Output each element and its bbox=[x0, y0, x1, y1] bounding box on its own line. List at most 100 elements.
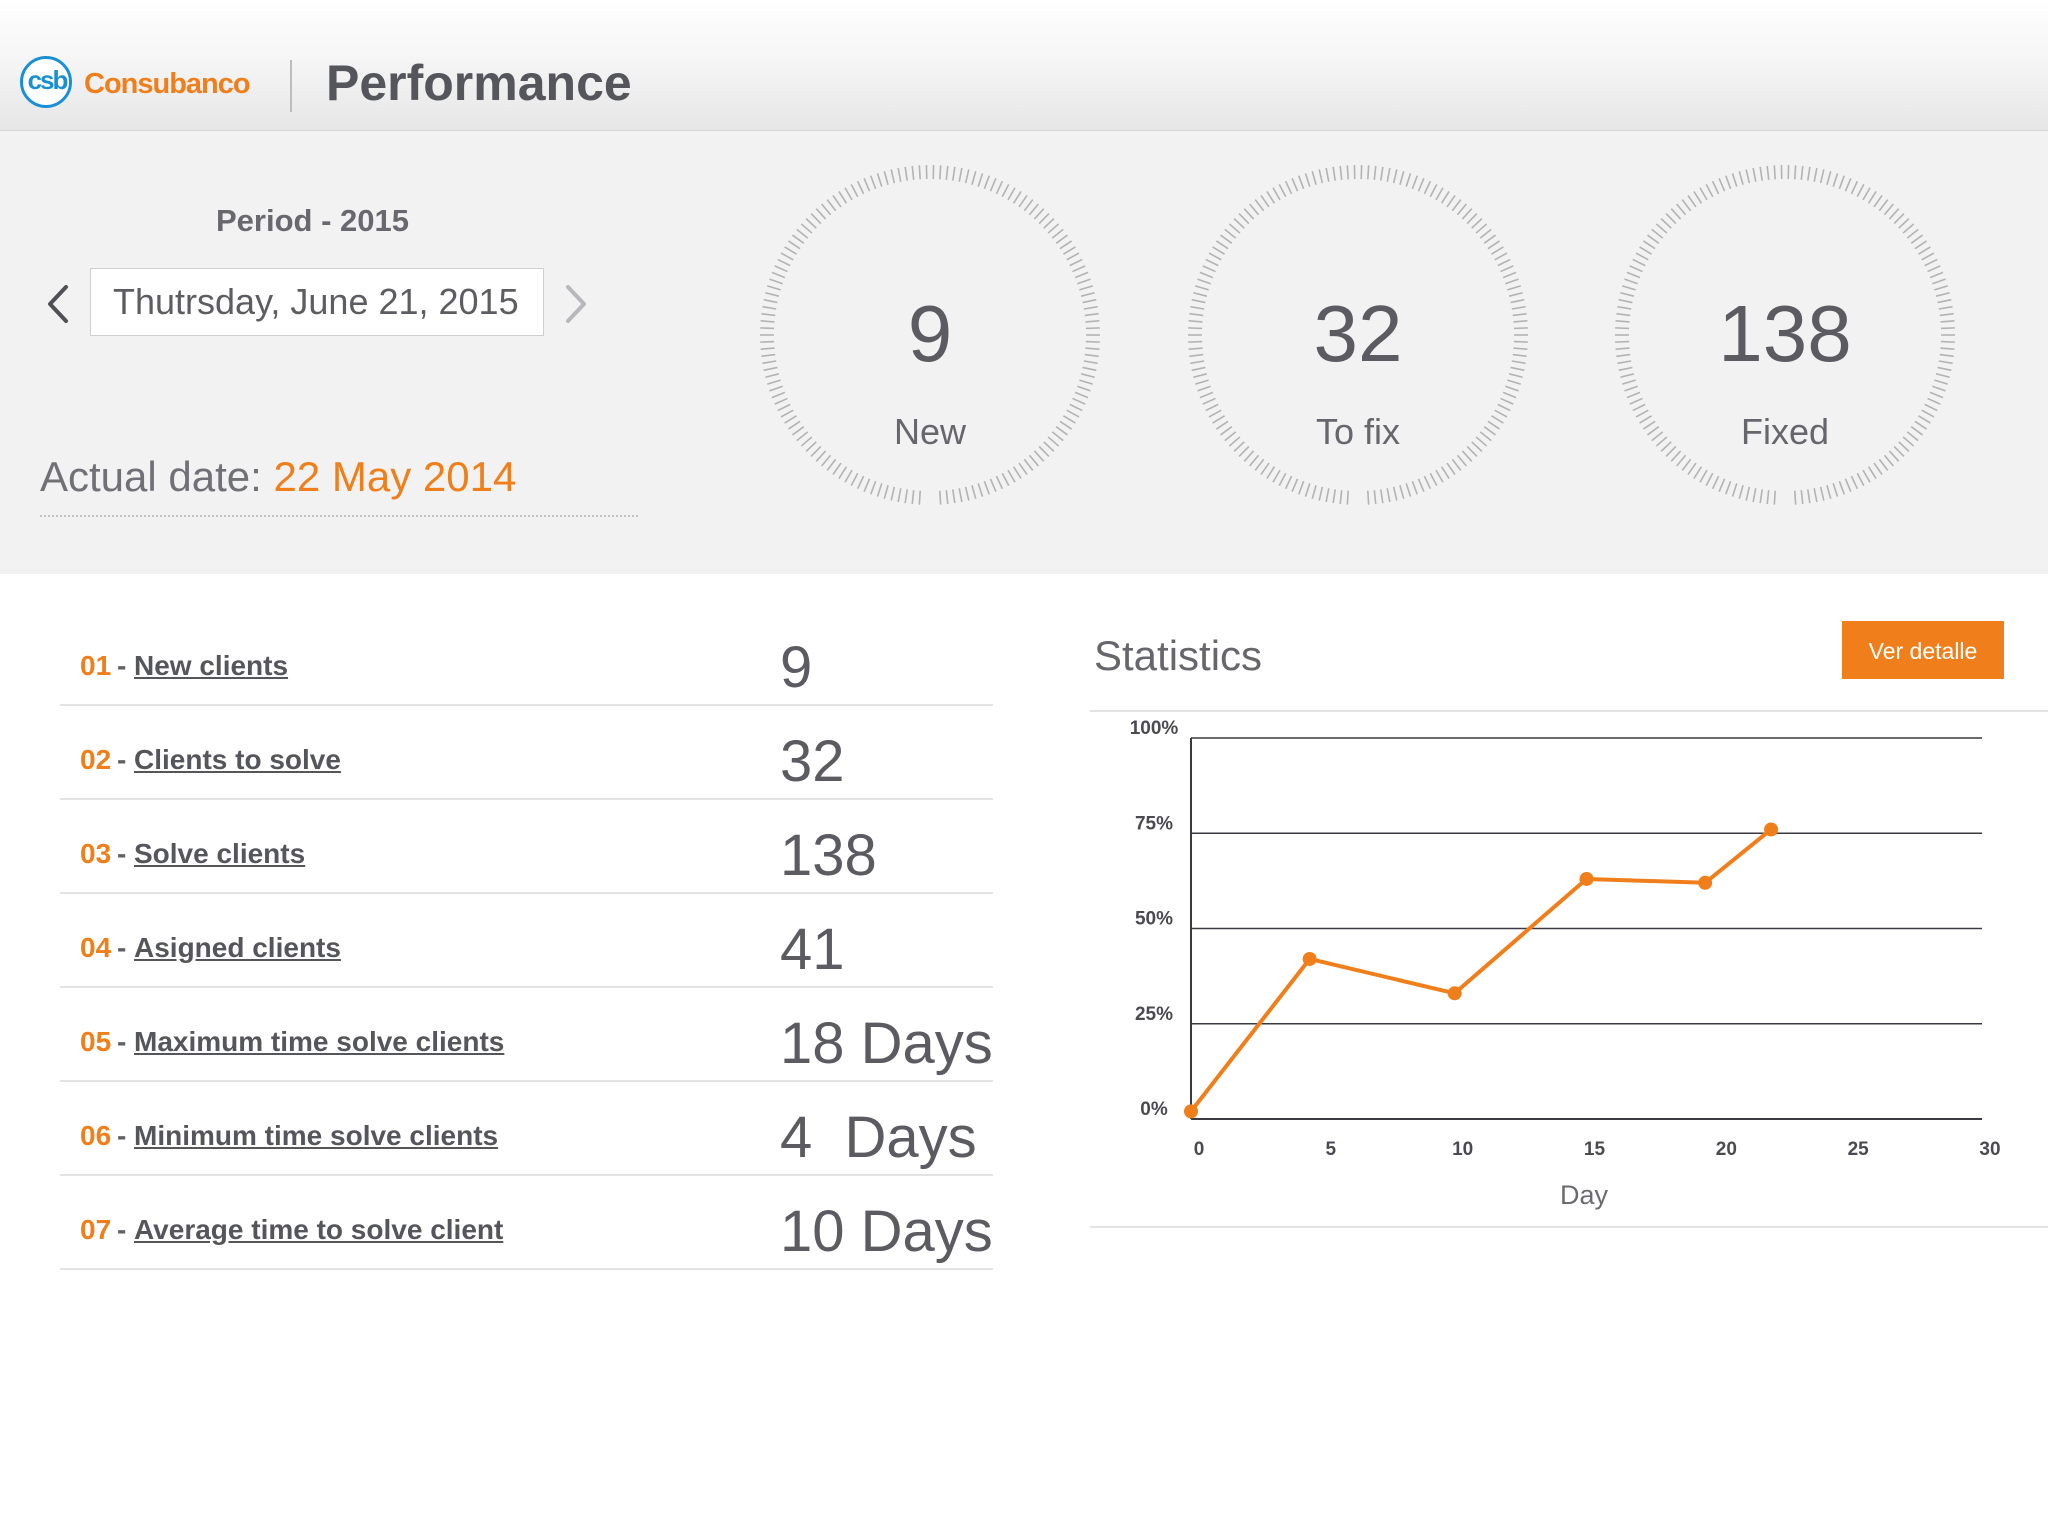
gauge-tick bbox=[904, 166, 909, 181]
ver-detalle-button[interactable]: Ver detalle bbox=[1842, 621, 2004, 679]
gauge-tick bbox=[1318, 169, 1324, 184]
gauge-tick bbox=[1055, 234, 1069, 244]
metric-link[interactable]: Solve clients bbox=[134, 838, 305, 870]
gauge-tick bbox=[1007, 469, 1016, 483]
gauge-tick bbox=[850, 183, 859, 198]
gauge-tick bbox=[1676, 203, 1687, 216]
gauge-tick bbox=[1284, 180, 1293, 195]
gauge-tick bbox=[1392, 169, 1398, 184]
metric-row: 03 - Solve clients 138 bbox=[60, 800, 993, 894]
gauge-tick bbox=[1417, 177, 1425, 192]
gauge-tick bbox=[1346, 165, 1350, 180]
gauge-tick bbox=[769, 278, 783, 285]
gauge-tick bbox=[1705, 183, 1714, 198]
metric-separator: - bbox=[117, 650, 127, 681]
logo-mark: csb bbox=[27, 65, 69, 95]
gauge-tick bbox=[1373, 490, 1377, 505]
metric-link[interactable]: Asigned clients bbox=[134, 932, 341, 964]
gauge-tick bbox=[1429, 472, 1438, 487]
metric-separator: - bbox=[117, 1120, 127, 1151]
chevron-right-icon[interactable] bbox=[560, 279, 590, 329]
gauge-tick bbox=[1219, 234, 1233, 244]
page-title: Performance bbox=[326, 55, 632, 111]
actual-date-value: 22 May 2014 bbox=[273, 453, 517, 500]
gauge-tick bbox=[1278, 472, 1287, 487]
gauge-tick bbox=[1423, 475, 1432, 490]
gauge-tick bbox=[918, 490, 922, 505]
gauge-tick bbox=[832, 462, 842, 476]
gauge-tick bbox=[983, 480, 991, 495]
gauge-tick bbox=[1724, 480, 1732, 495]
gauge-tick bbox=[1366, 165, 1370, 180]
gauge-tick bbox=[1339, 165, 1343, 180]
metric-value: 9 bbox=[780, 635, 813, 700]
gauge-tick bbox=[1813, 488, 1818, 503]
metric-link[interactable]: New clients bbox=[134, 650, 288, 682]
gauge-tick bbox=[1752, 488, 1757, 503]
gauge-tick bbox=[1927, 265, 1941, 273]
gauge-tick bbox=[938, 165, 942, 180]
metric-link[interactable]: Maximum time solve clients bbox=[134, 1026, 504, 1058]
gauge-tick bbox=[1202, 265, 1216, 273]
gauge-tick bbox=[1738, 171, 1744, 185]
gauge-tick bbox=[971, 485, 977, 499]
gauge-tick bbox=[1918, 246, 1931, 255]
chart-y-tick-label: 100% bbox=[1130, 718, 1179, 739]
gauge-tick bbox=[1051, 228, 1064, 239]
gauge-tick bbox=[844, 187, 853, 201]
actual-date-underline bbox=[40, 515, 638, 517]
metric-separator: - bbox=[117, 838, 127, 869]
gauge-tick bbox=[1873, 194, 1883, 208]
chart-x-tick-label: 5 bbox=[1326, 1139, 1337, 1160]
metric-row: 04 - Asigned clients 41 bbox=[60, 894, 993, 988]
chart-data-point bbox=[1447, 986, 1462, 1001]
gauge-tick bbox=[1405, 173, 1412, 187]
gauge-tick bbox=[1883, 203, 1894, 216]
gauge-tick bbox=[1471, 218, 1483, 229]
gauge-tick bbox=[1379, 489, 1384, 504]
date-field[interactable]: Thutrsday, June 21, 2015 bbox=[90, 268, 544, 336]
gauge-tick bbox=[1711, 180, 1720, 195]
gauge-tick bbox=[1655, 223, 1668, 234]
gauge-tick bbox=[1018, 462, 1028, 476]
gauge-tick bbox=[1924, 258, 1938, 267]
metric-link[interactable]: Clients to solve bbox=[134, 744, 341, 776]
gauge-tick bbox=[1446, 462, 1456, 476]
gauge-tick bbox=[1651, 228, 1664, 239]
gauge-tick bbox=[1883, 454, 1894, 467]
gauge-tick bbox=[1023, 458, 1034, 471]
gauge-tick bbox=[1639, 246, 1652, 255]
chevron-left-icon[interactable] bbox=[44, 279, 74, 329]
gauge-tick bbox=[869, 480, 877, 495]
metric-link[interactable]: Minimum time solve clients bbox=[134, 1120, 498, 1152]
metric-number: 02 bbox=[80, 744, 112, 775]
gauge-tick bbox=[1910, 234, 1924, 244]
gauge-tick bbox=[1800, 490, 1804, 505]
metric-link[interactable]: Average time to solve client bbox=[134, 1214, 503, 1246]
chart-data-point bbox=[1698, 875, 1713, 890]
chart-y-tick-label: 0% bbox=[1140, 1099, 1168, 1120]
gauge-tick bbox=[977, 483, 984, 497]
gauge-fixed: 138 Fixed bbox=[1615, 165, 1955, 505]
gauge-tick bbox=[1629, 397, 1643, 405]
metric-separator: - bbox=[117, 744, 127, 775]
app-header: csb Consubanco Performance bbox=[0, 0, 2048, 131]
gauge-tick bbox=[1224, 228, 1237, 239]
chart-data-point bbox=[1302, 951, 1317, 966]
gauge-tick bbox=[1461, 208, 1473, 220]
gauge-tick bbox=[1862, 469, 1871, 483]
gauge-tick bbox=[1318, 486, 1324, 501]
gauge-tick bbox=[1451, 199, 1462, 212]
metric-value: 18 Days bbox=[780, 1011, 993, 1076]
gauge-tick bbox=[856, 475, 865, 490]
gauge-value: 32 bbox=[1313, 289, 1403, 378]
metric-separator: - bbox=[117, 1214, 127, 1245]
metric-number: 04 bbox=[80, 932, 112, 963]
gauge-tick bbox=[1311, 171, 1317, 185]
gauge-tick bbox=[774, 265, 788, 273]
metric-row: 01 - New clients 9 bbox=[60, 612, 993, 706]
gauge-tick bbox=[1718, 478, 1726, 493]
gauge-tick bbox=[1705, 472, 1714, 487]
gauge-tick bbox=[1212, 246, 1225, 255]
gauge-tick bbox=[1497, 258, 1511, 267]
